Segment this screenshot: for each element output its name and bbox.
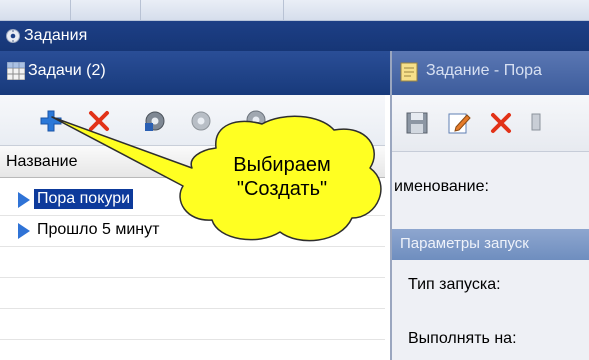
tasks-header-title: Задания	[24, 27, 88, 44]
separator	[283, 0, 284, 20]
delete-icon[interactable]	[488, 110, 514, 136]
task-list-pane: Название Пора покури Прошло 5 минут	[0, 95, 385, 360]
document-icon	[400, 62, 418, 82]
empty-row	[0, 247, 385, 278]
launch-params-title: Параметры запуск	[400, 235, 529, 252]
name-column-header[interactable]: Название	[0, 146, 385, 178]
separator	[140, 0, 141, 20]
task-list-header-title: Задачи (2)	[28, 62, 106, 79]
gear-icon[interactable]	[142, 108, 168, 134]
gear-clock-icon	[6, 29, 20, 43]
task-window-toolbar	[392, 95, 589, 152]
task-edit-window: Задание - Пора именование: Параметры зап…	[390, 51, 589, 360]
play-arrow-icon	[18, 192, 30, 208]
gear-disabled-icon[interactable]	[188, 108, 214, 134]
copy-icon[interactable]	[528, 110, 554, 136]
gear-play-icon[interactable]	[244, 108, 270, 134]
launch-type-label: Тип запуска:	[408, 276, 501, 293]
task-row-label: Пора покури	[34, 189, 134, 209]
name-field-label: именование:	[394, 178, 489, 195]
grid-icon	[7, 62, 25, 80]
play-arrow-icon	[18, 223, 30, 239]
column-header-label: Название	[6, 153, 78, 170]
task-window-titlebar[interactable]: Задание - Пора	[392, 51, 589, 95]
edit-icon[interactable]	[446, 110, 472, 136]
empty-row	[0, 278, 385, 309]
task-row[interactable]: Прошло 5 минут	[0, 216, 385, 247]
execute-on-label: Выполнять на:	[408, 330, 517, 347]
task-toolbar	[0, 95, 385, 146]
task-row[interactable]: Пора покури	[0, 185, 385, 216]
top-toolbar-strip	[0, 0, 589, 21]
plus-icon[interactable]	[38, 108, 64, 134]
task-window-title: Задание - Пора	[426, 62, 542, 79]
empty-row	[0, 309, 385, 340]
tasks-header-bar[interactable]: Задания	[0, 21, 589, 51]
separator	[70, 0, 71, 20]
task-row-label: Прошло 5 минут	[37, 221, 160, 238]
launch-params-header[interactable]: Параметры запуск	[392, 229, 589, 260]
save-icon[interactable]	[404, 110, 430, 136]
red-x-icon[interactable]	[86, 108, 112, 134]
